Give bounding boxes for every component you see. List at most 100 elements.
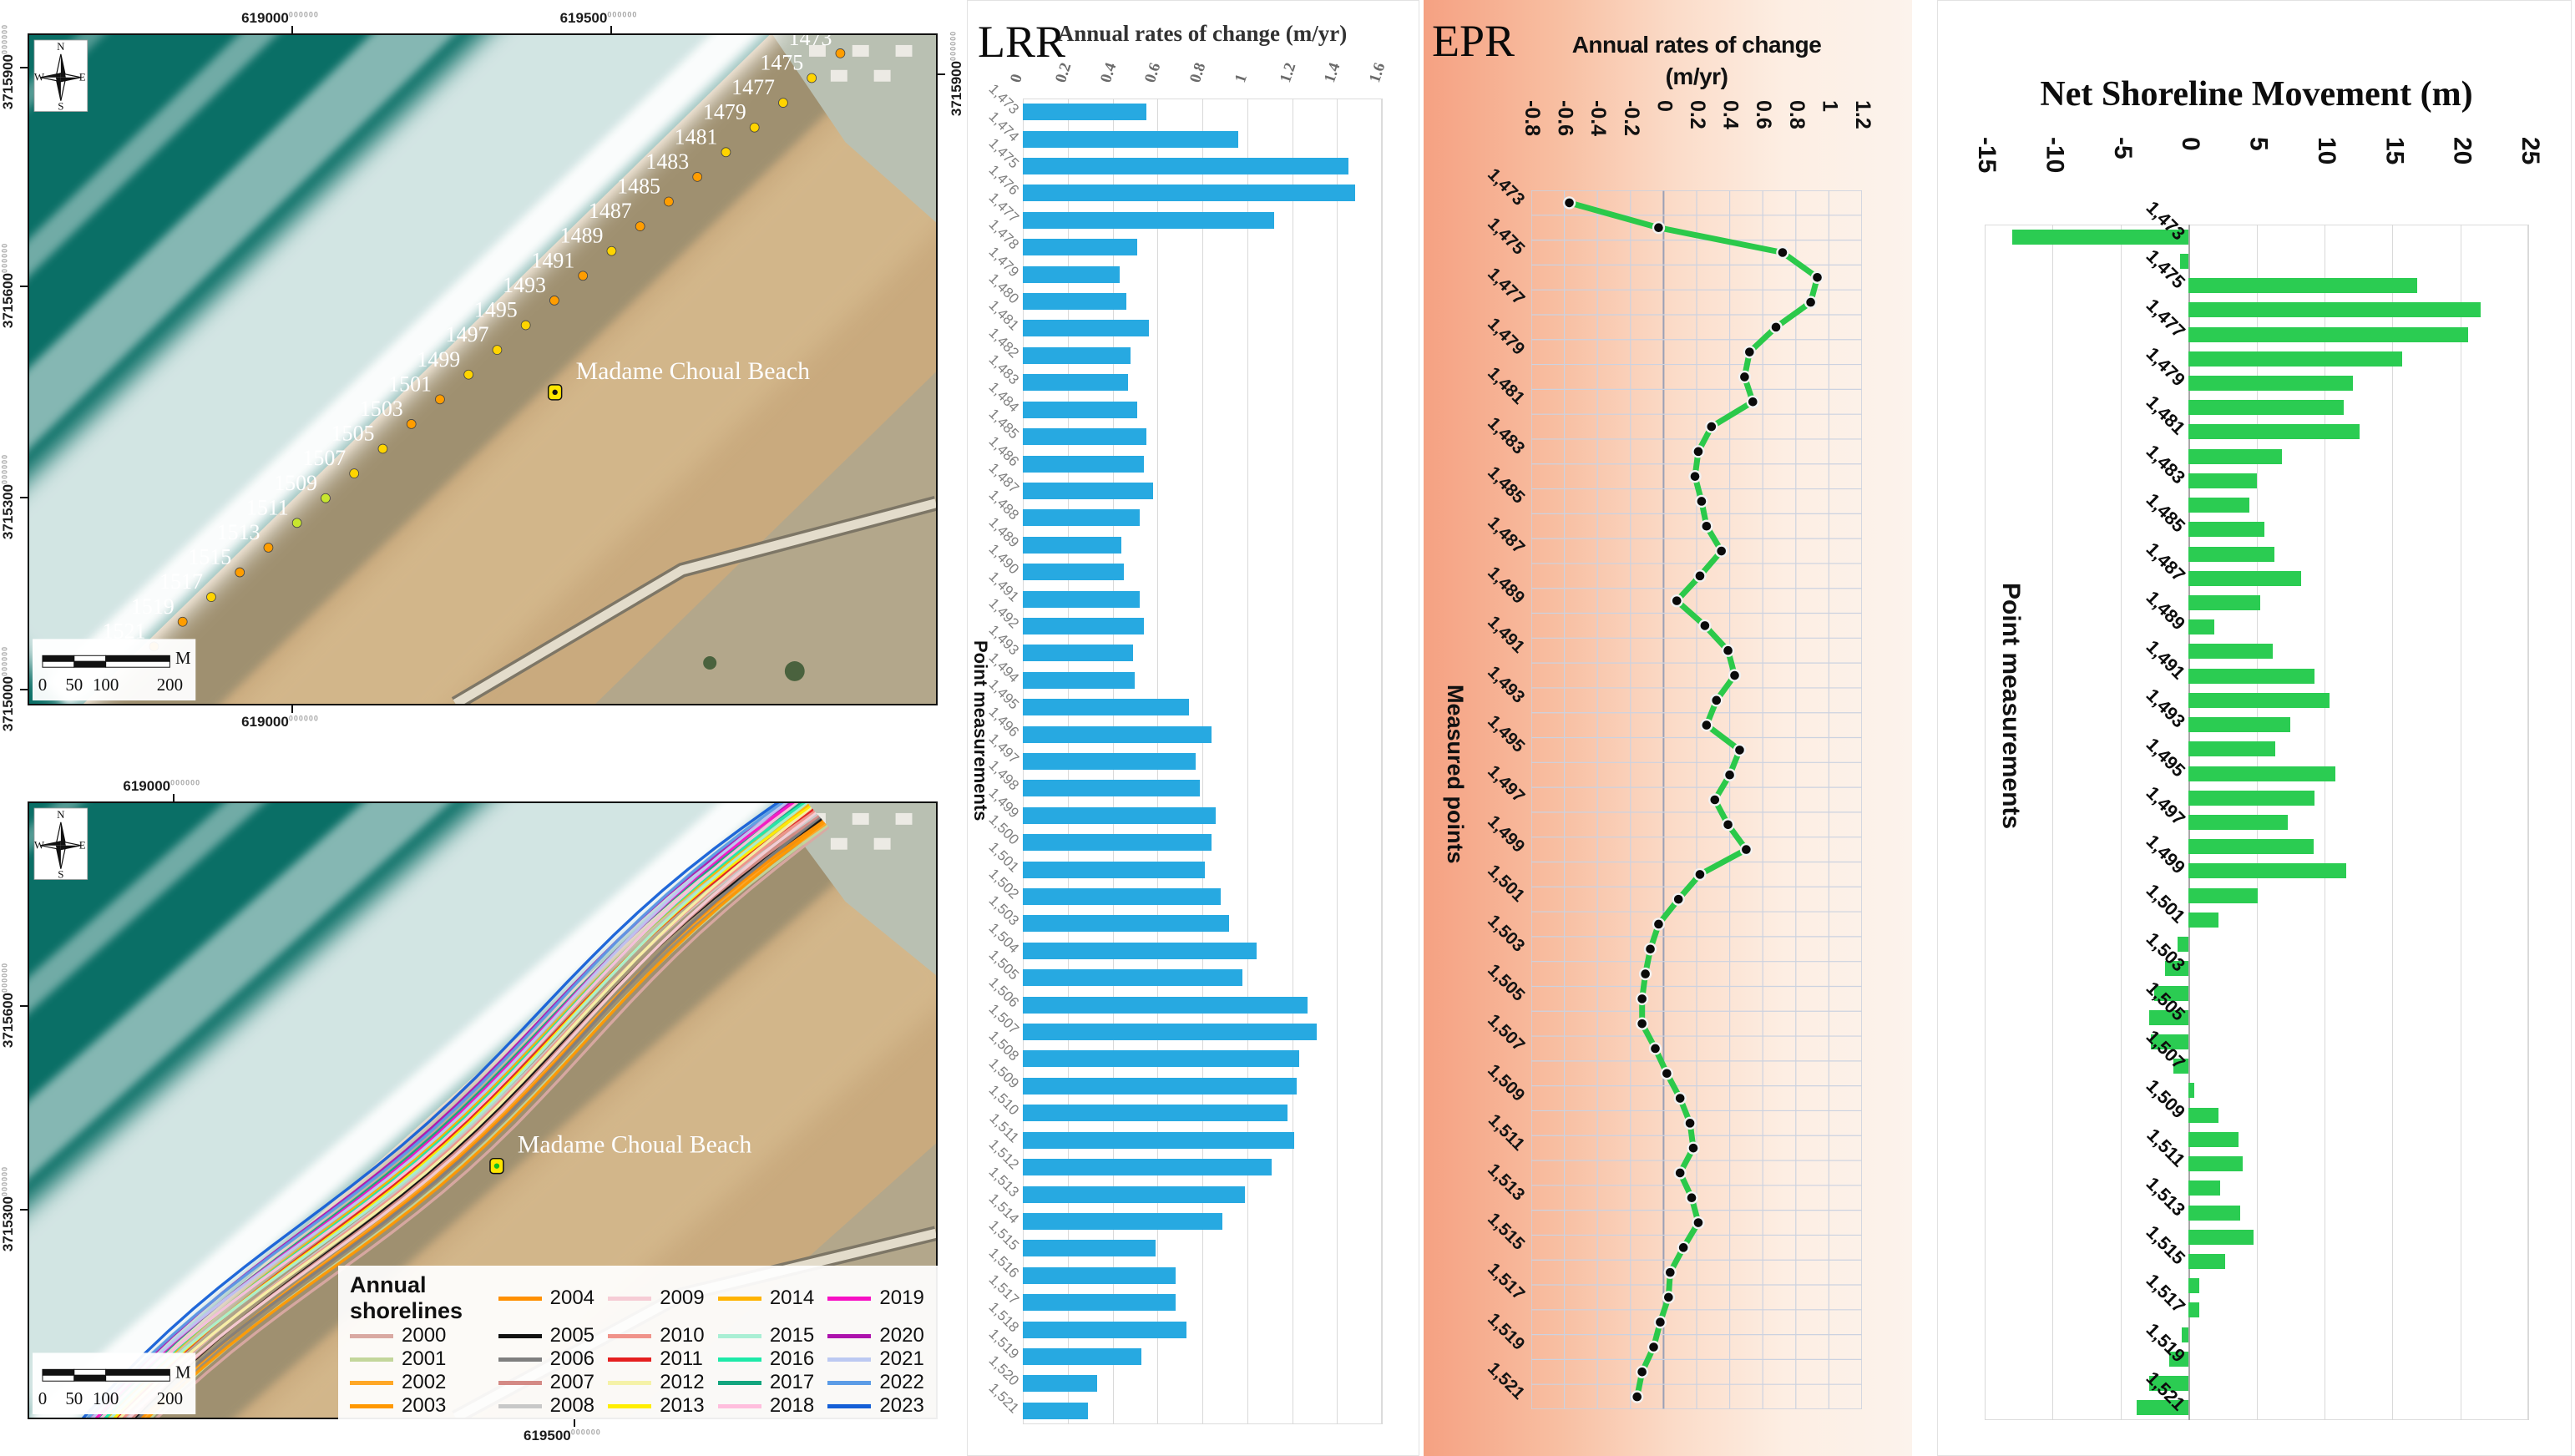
scale-unit-label: M [175,648,191,668]
x-tick-label: 0.2 [1685,100,1709,129]
shoreline-point [292,518,301,528]
bar-1494 [1023,672,1135,689]
epr-data-point [1748,397,1758,407]
bar-1488 [1023,509,1140,526]
epr-data-point [1665,1267,1676,1278]
epr-data-point [1655,1317,1666,1327]
epr-data-point [1687,1192,1697,1203]
bar-1479 [2188,376,2353,391]
legend-year-label: 2012 [660,1371,704,1394]
scale-tick-label: 0 [38,675,47,695]
legend-year-label: 2007 [550,1371,594,1394]
bar-1474 [1023,131,1238,148]
legend-swatch [718,1381,761,1385]
bar-1494 [2188,741,2275,756]
shoreline-point [807,73,817,83]
bar-1496 [1023,726,1212,743]
epr-data-point [1701,720,1712,731]
bar-1483 [1023,374,1128,391]
shoreline-point [836,48,845,58]
legend-item-2000: 2000 [350,1324,498,1347]
gridline [1247,99,1248,1424]
bar-1511 [2188,1156,2243,1171]
legend-item-2005: 2005 [498,1324,609,1347]
annual-shorelines-legend: Annual shorelines20002001200220032004200… [338,1266,949,1419]
shoreline-point-label: 1479 [703,100,746,124]
epr-data-point [1662,1068,1672,1079]
legend-title: Annual shorelines [350,1272,498,1324]
tree [703,656,716,670]
bar-1481 [1023,320,1149,336]
bar-1498 [1023,780,1200,796]
location-marker-dot [494,1163,499,1168]
coord-tick [20,1209,28,1211]
shoreline-point [321,493,330,503]
legend-item-2023: 2023 [827,1394,938,1418]
epr-data-point [1709,795,1720,806]
epr-data-point [1637,1019,1647,1029]
legend-swatch [608,1297,651,1301]
legend-item-2016: 2016 [718,1347,828,1371]
shoreline-point-label: 1513 [217,520,261,544]
compass-rose-icon: NSWE [34,40,88,113]
epr-data-point [1694,570,1705,581]
scale-bar-segment [106,1375,170,1381]
bar-1500 [1023,834,1212,851]
legend-item-2019: 2019 [827,1272,938,1324]
bar-1515 [1023,1240,1156,1256]
compass-n-letter: N [57,40,65,53]
shoreline-point [635,222,645,231]
shoreline-point [607,246,616,255]
shoreline-point [549,296,559,305]
legend-year-label: 2021 [879,1347,923,1371]
bar-1516 [1023,1267,1176,1284]
scale-tick-label: 100 [93,1388,119,1408]
bar-1520 [1023,1375,1097,1392]
epr-data-point [1650,1043,1661,1054]
satellite-image: 1473147514771479148114831485148714891491… [29,35,936,704]
x-tick-label: 1.4 [1321,61,1344,85]
epr-data-point [1701,521,1712,532]
epr-data-point [1637,1367,1647,1378]
building [831,838,847,850]
x-tick-label: 0.6 [1141,61,1165,85]
legend-year-label: 2001 [402,1347,446,1371]
shoreline-point-label: 1499 [417,347,460,372]
shoreline-point [264,543,273,552]
x-tick-label: -0.8 [1520,100,1544,136]
x-tick-label: 5 [2244,137,2273,151]
legend-item-2006: 2006 [498,1347,609,1371]
epr-data-point [1805,297,1816,308]
shoreline-point-label: 1507 [302,446,346,470]
bar-1508 [2188,1083,2194,1098]
legend-swatch [608,1334,651,1338]
bar-1515 [2188,1254,2225,1269]
shoreline-point [521,321,530,330]
x-tick-label: 1 [1817,100,1841,112]
epr-data-point [1645,943,1656,954]
shoreline-point-label: 1493 [503,273,546,297]
legend-swatch [498,1357,542,1362]
bar-1477 [1023,212,1274,229]
building [852,45,869,57]
epr-data-point [1648,1342,1659,1352]
legend-item-2018: 2018 [718,1394,828,1418]
x-tick-label: 0.8 [1186,61,1210,85]
bar-1512 [1023,1159,1272,1175]
shoreline-point [464,370,473,379]
legend-item-2022: 2022 [827,1371,938,1394]
scale-bar-segment [74,1375,106,1381]
legend-item-2001: 2001 [350,1347,498,1371]
bar-1476 [2188,302,2481,317]
scale-bar-segment [106,655,170,661]
coord-tick [574,1419,575,1427]
coord-tick [20,286,28,287]
shoreline-point [693,172,702,181]
legend-year-label: 2010 [660,1324,704,1347]
epr-data-point [1663,1292,1674,1302]
legend-year-label: 2018 [770,1394,814,1418]
shoreline-point-label: 1511 [246,495,289,519]
bar-1485 [1023,428,1146,445]
bar-1517 [2188,1302,2199,1317]
bar-1478 [1023,239,1137,255]
